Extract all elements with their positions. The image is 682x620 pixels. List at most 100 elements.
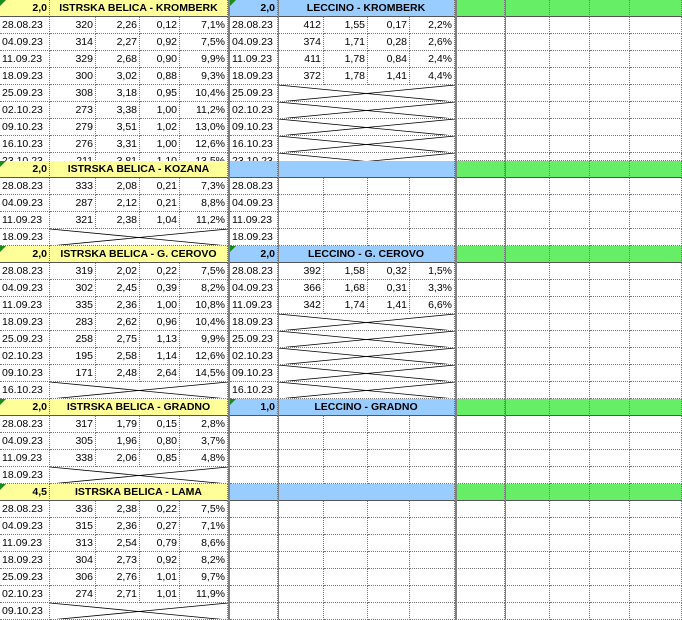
value-cell[interactable]: 1,79: [96, 416, 140, 433]
value-cell[interactable]: [278, 195, 324, 212]
value-cell[interactable]: 3,7%: [180, 433, 228, 450]
empty-cell[interactable]: [590, 85, 630, 102]
date-cell[interactable]: 16.10.23: [230, 136, 278, 153]
value-cell[interactable]: 0,39: [140, 280, 180, 297]
date-cell[interactable]: 02.10.23: [230, 348, 278, 365]
value-cell[interactable]: 313: [50, 535, 96, 552]
date-cell[interactable]: 16.10.23: [230, 382, 278, 399]
empty-cell[interactable]: [590, 382, 630, 399]
value-cell[interactable]: 1,01: [140, 569, 180, 586]
empty-cell[interactable]: [630, 297, 682, 314]
date-cell[interactable]: 25.09.23: [0, 331, 50, 348]
value-cell[interactable]: 2,75: [96, 331, 140, 348]
empty-cell[interactable]: [590, 17, 630, 34]
empty-cell[interactable]: [550, 518, 590, 535]
block-title[interactable]: LECCINO - KROMBERK: [278, 0, 455, 17]
date-cell[interactable]: 25.09.23: [230, 85, 278, 102]
value-cell[interactable]: 2,45: [96, 280, 140, 297]
date-cell[interactable]: 25.09.23: [0, 569, 50, 586]
empty-cell[interactable]: [550, 178, 590, 195]
empty-cell[interactable]: [505, 178, 550, 195]
value-cell[interactable]: 2,36: [96, 297, 140, 314]
date-cell[interactable]: 09.10.23: [0, 365, 50, 382]
empty-cell[interactable]: [630, 263, 682, 280]
empty-cell[interactable]: [455, 433, 505, 450]
value-cell[interactable]: 329: [50, 51, 96, 68]
value-cell[interactable]: [368, 586, 410, 603]
value-cell[interactable]: [324, 552, 368, 569]
date-cell[interactable]: 04.09.23: [0, 280, 50, 297]
value-cell[interactable]: 4,4%: [410, 68, 455, 85]
value-cell[interactable]: [278, 450, 324, 467]
value-cell[interactable]: 8,2%: [180, 280, 228, 297]
empty-cell[interactable]: [550, 433, 590, 450]
empty-header-cell[interactable]: [455, 399, 505, 416]
empty-cell[interactable]: [550, 416, 590, 433]
date-cell[interactable]: 28.08.23: [0, 263, 50, 280]
value-cell[interactable]: 1,14: [140, 348, 180, 365]
value-cell[interactable]: [324, 467, 368, 484]
date-cell[interactable]: 11.09.23: [0, 297, 50, 314]
value-cell[interactable]: 279: [50, 119, 96, 136]
value-cell[interactable]: [278, 501, 324, 518]
empty-cell[interactable]: [550, 297, 590, 314]
value-cell[interactable]: [368, 603, 410, 620]
empty-cell[interactable]: [630, 569, 682, 586]
empty-cell[interactable]: [455, 51, 505, 68]
value-cell[interactable]: [410, 195, 455, 212]
empty-cell[interactable]: [630, 535, 682, 552]
empty-cell[interactable]: [630, 153, 682, 161]
value-cell[interactable]: [410, 569, 455, 586]
empty-header-cell[interactable]: [455, 246, 505, 263]
crossed-out-cell[interactable]: [278, 119, 455, 136]
value-cell[interactable]: 0,90: [140, 51, 180, 68]
date-cell[interactable]: [230, 450, 278, 467]
date-cell[interactable]: 04.09.23: [230, 195, 278, 212]
empty-cell[interactable]: [550, 348, 590, 365]
block-title[interactable]: LECCINO - G. CEROVO: [278, 246, 455, 263]
empty-cell[interactable]: [630, 433, 682, 450]
empty-cell[interactable]: [455, 34, 505, 51]
date-cell[interactable]: 18.09.23: [230, 229, 278, 246]
empty-cell[interactable]: [590, 153, 630, 161]
empty-cell[interactable]: [590, 178, 630, 195]
empty-cell[interactable]: [550, 17, 590, 34]
crossed-out-cell[interactable]: [278, 136, 455, 153]
empty-cell[interactable]: [550, 229, 590, 246]
date-cell[interactable]: 02.10.23: [230, 102, 278, 119]
value-cell[interactable]: 9,3%: [180, 68, 228, 85]
date-cell[interactable]: 04.09.23: [0, 195, 50, 212]
value-cell[interactable]: 2,36: [96, 518, 140, 535]
empty-cell[interactable]: [550, 467, 590, 484]
value-cell[interactable]: [324, 212, 368, 229]
empty-cell[interactable]: [455, 17, 505, 34]
date-cell[interactable]: 04.09.23: [0, 518, 50, 535]
empty-cell[interactable]: [630, 586, 682, 603]
date-cell[interactable]: 18.09.23: [0, 68, 50, 85]
empty-cell[interactable]: [550, 195, 590, 212]
date-cell[interactable]: 18.09.23: [0, 314, 50, 331]
value-cell[interactable]: 7,1%: [180, 17, 228, 34]
value-cell[interactable]: 10,4%: [180, 314, 228, 331]
value-cell[interactable]: 8,8%: [180, 195, 228, 212]
empty-cell[interactable]: [630, 195, 682, 212]
value-cell[interactable]: [324, 586, 368, 603]
value-cell[interactable]: 302: [50, 280, 96, 297]
empty-cell[interactable]: [455, 85, 505, 102]
empty-cell[interactable]: [455, 467, 505, 484]
value-cell[interactable]: 1,41: [368, 68, 410, 85]
value-cell[interactable]: 366: [278, 280, 324, 297]
value-cell[interactable]: [410, 229, 455, 246]
value-cell[interactable]: 2,12: [96, 195, 140, 212]
value-cell[interactable]: [410, 501, 455, 518]
empty-cell[interactable]: [455, 331, 505, 348]
date-cell[interactable]: 28.08.23: [0, 17, 50, 34]
empty-cell[interactable]: [590, 518, 630, 535]
value-cell[interactable]: [368, 569, 410, 586]
value-cell[interactable]: 14,5%: [180, 365, 228, 382]
empty-cell[interactable]: [455, 586, 505, 603]
date-cell[interactable]: 02.10.23: [0, 586, 50, 603]
value-cell[interactable]: [324, 229, 368, 246]
date-cell[interactable]: 02.10.23: [0, 102, 50, 119]
value-cell[interactable]: 335: [50, 297, 96, 314]
